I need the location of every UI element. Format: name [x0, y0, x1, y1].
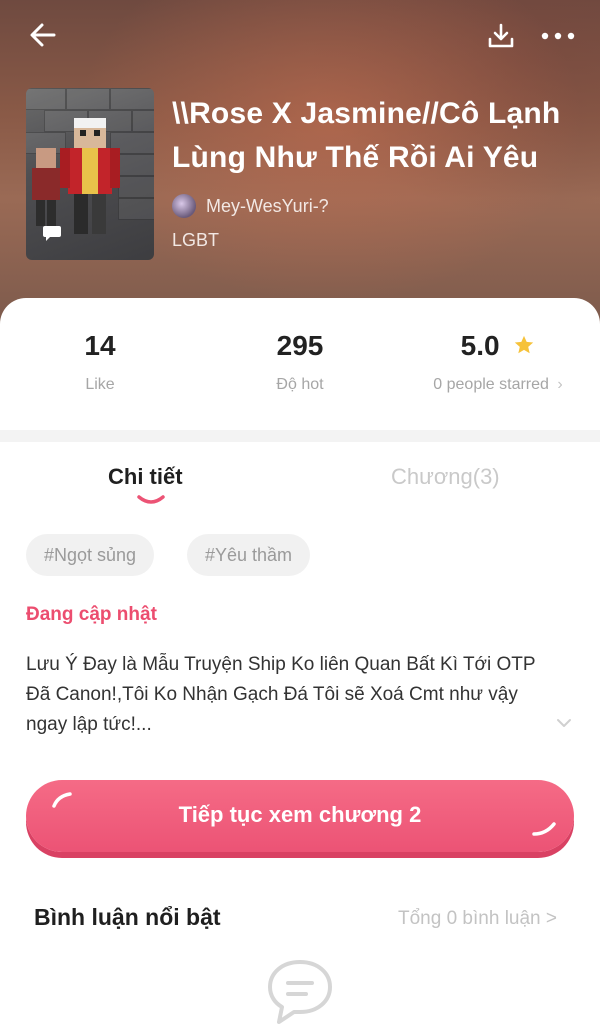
download-icon[interactable]	[485, 20, 517, 52]
active-tab-indicator	[137, 495, 165, 504]
hot-stat: 295 Độ hot	[200, 328, 400, 394]
featured-comments-title: Bình luận nổi bật	[34, 904, 221, 930]
tag-chip[interactable]: #Yêu thầm	[187, 534, 311, 576]
section-divider	[0, 430, 600, 442]
like-stat: 14 Like	[0, 328, 200, 394]
story-category[interactable]: LGBT	[172, 230, 219, 251]
like-label: Like	[85, 376, 115, 393]
chevron-down-icon[interactable]	[555, 716, 573, 730]
comment-bubble-icon	[268, 960, 332, 1024]
update-status: Đang cập nhật	[26, 604, 157, 625]
rating-stat[interactable]: 5.0 0 people starred ›	[396, 328, 600, 394]
story-detail-card: 14 Like 295 Độ hot 5.0 0 people starred …	[0, 298, 600, 1034]
chat-bubble-icon	[43, 226, 61, 241]
continue-reading-button[interactable]: Tiếp tục xem chương 2	[26, 780, 574, 852]
continue-reading-label: Tiếp tục xem chương 2	[178, 802, 422, 827]
story-title: \\Rose X Jasmine//Cô Lạnh Lùng Như Thế R…	[172, 97, 561, 174]
author-avatar	[172, 194, 196, 218]
rating-count-label: 0 people starred	[433, 376, 549, 393]
chevron-right-icon: ›	[557, 376, 563, 393]
gloss-decoration	[52, 792, 72, 808]
back-arrow-icon[interactable]	[26, 18, 60, 52]
author-name: Mey-WesYuri-?	[206, 195, 329, 216]
story-header: \\Rose X Jasmine//Cô Lạnh Lùng Như Thế R…	[0, 0, 600, 330]
tab-chapters[interactable]: Chương(3)	[391, 462, 500, 492]
more-icon[interactable]	[538, 20, 578, 52]
hot-count: 295	[276, 330, 324, 361]
rating-value: 5.0	[460, 330, 500, 361]
tag-chip[interactable]: #Ngọt sủng	[26, 534, 155, 576]
like-count: 14	[84, 330, 116, 361]
hot-label: Độ hot	[276, 376, 324, 393]
star-icon	[515, 335, 534, 353]
comments-total-link[interactable]: Tổng 0 bình luận >	[398, 908, 557, 930]
character-figure-icon	[32, 148, 60, 226]
character-figure-icon	[60, 118, 120, 234]
story-description: Lưu Ý Đay là Mẫu Truyện Ship Ko liên Qua…	[26, 654, 536, 735]
story-cover-image[interactable]	[26, 88, 154, 260]
gloss-decoration	[532, 822, 556, 836]
author-link[interactable]: Mey-WesYuri-?	[172, 192, 329, 220]
tab-details[interactable]: Chi tiết	[108, 462, 183, 492]
